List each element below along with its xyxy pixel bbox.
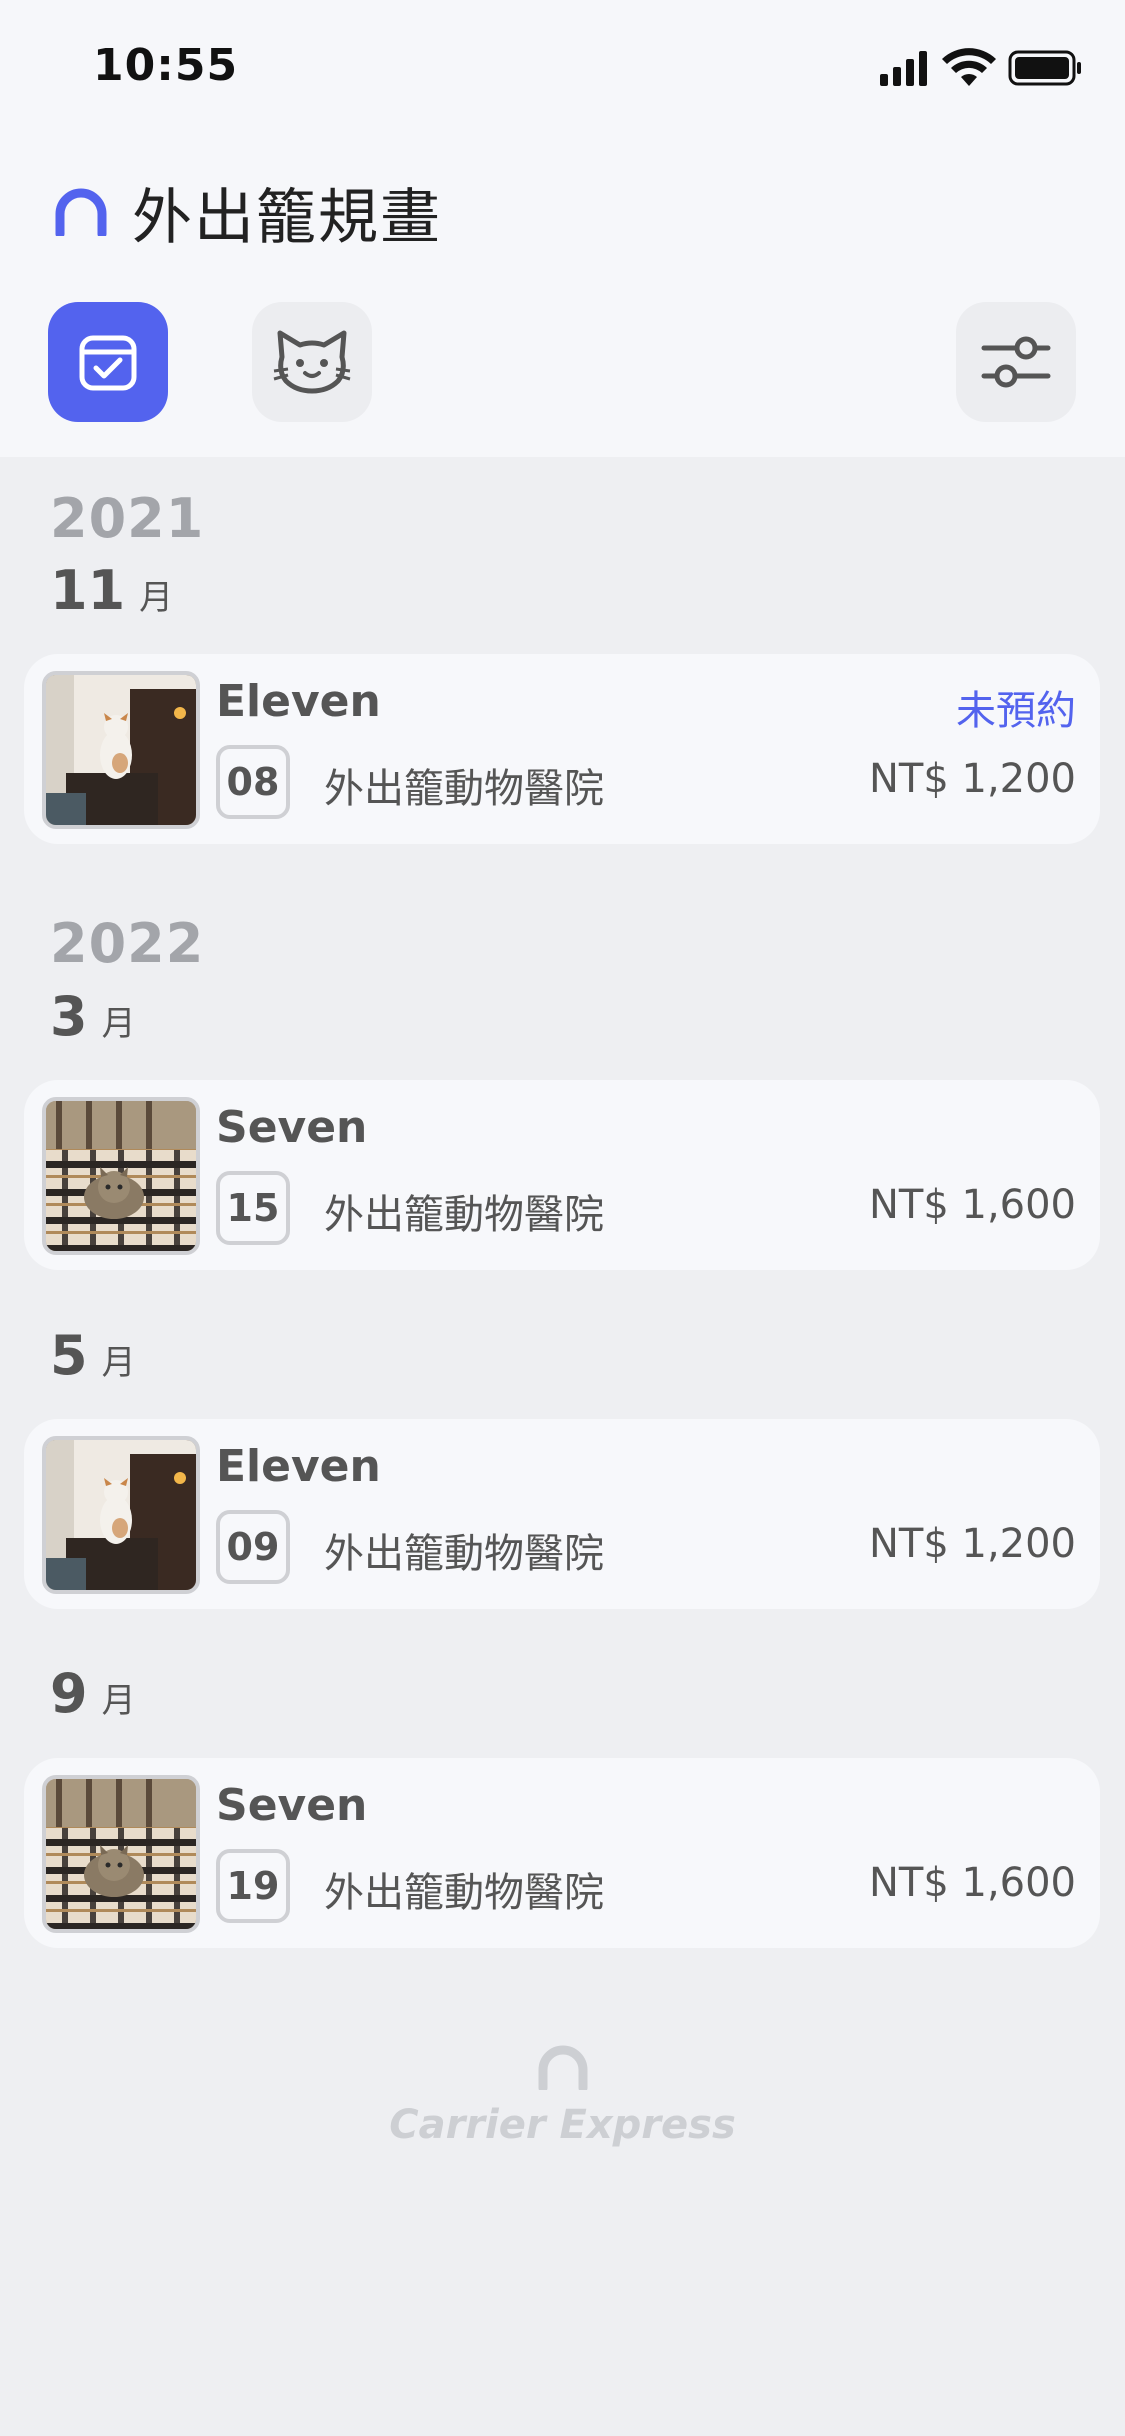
price: NT$ 1,200 [868, 756, 1076, 802]
month-suffix: 月 [101, 1004, 136, 1044]
plan-card[interactable]: Seven 15 外出籠動物醫院 NT$ 1,600 [24, 1080, 1100, 1270]
day-badge: 08 [216, 745, 290, 819]
calendar-check-icon [79, 335, 137, 391]
reservation-status[interactable]: 未預約 [956, 678, 1076, 736]
month-label: 11 月 [50, 559, 173, 622]
status-bar-time: 10:55 [93, 40, 239, 91]
pet-name: Seven [216, 1102, 368, 1153]
signal-icon [880, 51, 927, 86]
arch-logo-icon [538, 2045, 587, 2090]
price: NT$ 1,600 [868, 1860, 1076, 1906]
page-title: 外出籠規畫 [132, 182, 442, 253]
wifi-icon [942, 48, 996, 86]
battery-icon [1008, 50, 1081, 86]
month-suffix: 月 [101, 1343, 136, 1383]
pet-name: Seven [216, 1780, 368, 1831]
month-number: 9 [50, 1662, 88, 1725]
filter-settings-button[interactable] [956, 302, 1076, 422]
month-label: 3 月 [50, 985, 136, 1048]
pet-name: Eleven [216, 676, 381, 727]
day-badge: 09 [216, 1510, 290, 1584]
clinic-name: 外出籠動物醫院 [324, 766, 604, 812]
plan-list-button[interactable] [48, 302, 168, 422]
year-label: 2022 [50, 912, 205, 975]
pet-name: Eleven [216, 1441, 381, 1492]
clinic-name: 外出籠動物醫院 [324, 1870, 604, 1916]
price: NT$ 1,600 [868, 1182, 1076, 1228]
tabby-cat-photo [42, 1775, 200, 1933]
day-badge: 15 [216, 1171, 290, 1245]
sliders-icon [981, 336, 1051, 388]
tabby-cat-photo [42, 1097, 200, 1255]
clinic-name: 外出籠動物醫院 [324, 1531, 604, 1577]
top-header-area: 10:55 外出籠規畫 [0, 0, 1125, 457]
month-suffix: 月 [101, 1681, 136, 1721]
plan-card[interactable]: Eleven 未預約 08 外出籠動物醫院 NT$ 1,200 [24, 654, 1100, 844]
footer-brand: Carrier Express [0, 2044, 1125, 2148]
plan-card[interactable]: Eleven 09 外出籠動物醫院 NT$ 1,200 [24, 1419, 1100, 1609]
month-number: 3 [50, 985, 88, 1048]
cat-face-icon [273, 330, 351, 394]
pet-list-button[interactable] [252, 302, 372, 422]
month-number: 5 [50, 1324, 88, 1387]
clinic-name: 外出籠動物醫院 [324, 1192, 604, 1238]
month-number: 11 [50, 559, 126, 622]
app-title-bar: 外出籠規畫 [52, 172, 442, 253]
price: NT$ 1,200 [868, 1521, 1076, 1567]
month-suffix: 月 [139, 578, 174, 618]
white-cat-photo [42, 1436, 200, 1594]
status-bar-icons [880, 48, 1081, 86]
arch-logo-icon [55, 188, 107, 236]
white-cat-photo [42, 671, 200, 829]
month-label: 9 月 [50, 1662, 136, 1725]
footer-brand-text: Carrier Express [389, 2102, 736, 2148]
year-label: 2021 [50, 487, 205, 550]
month-label: 5 月 [50, 1324, 136, 1387]
plan-card[interactable]: Seven 19 外出籠動物醫院 NT$ 1,600 [24, 1758, 1100, 1948]
day-badge: 19 [216, 1849, 290, 1923]
